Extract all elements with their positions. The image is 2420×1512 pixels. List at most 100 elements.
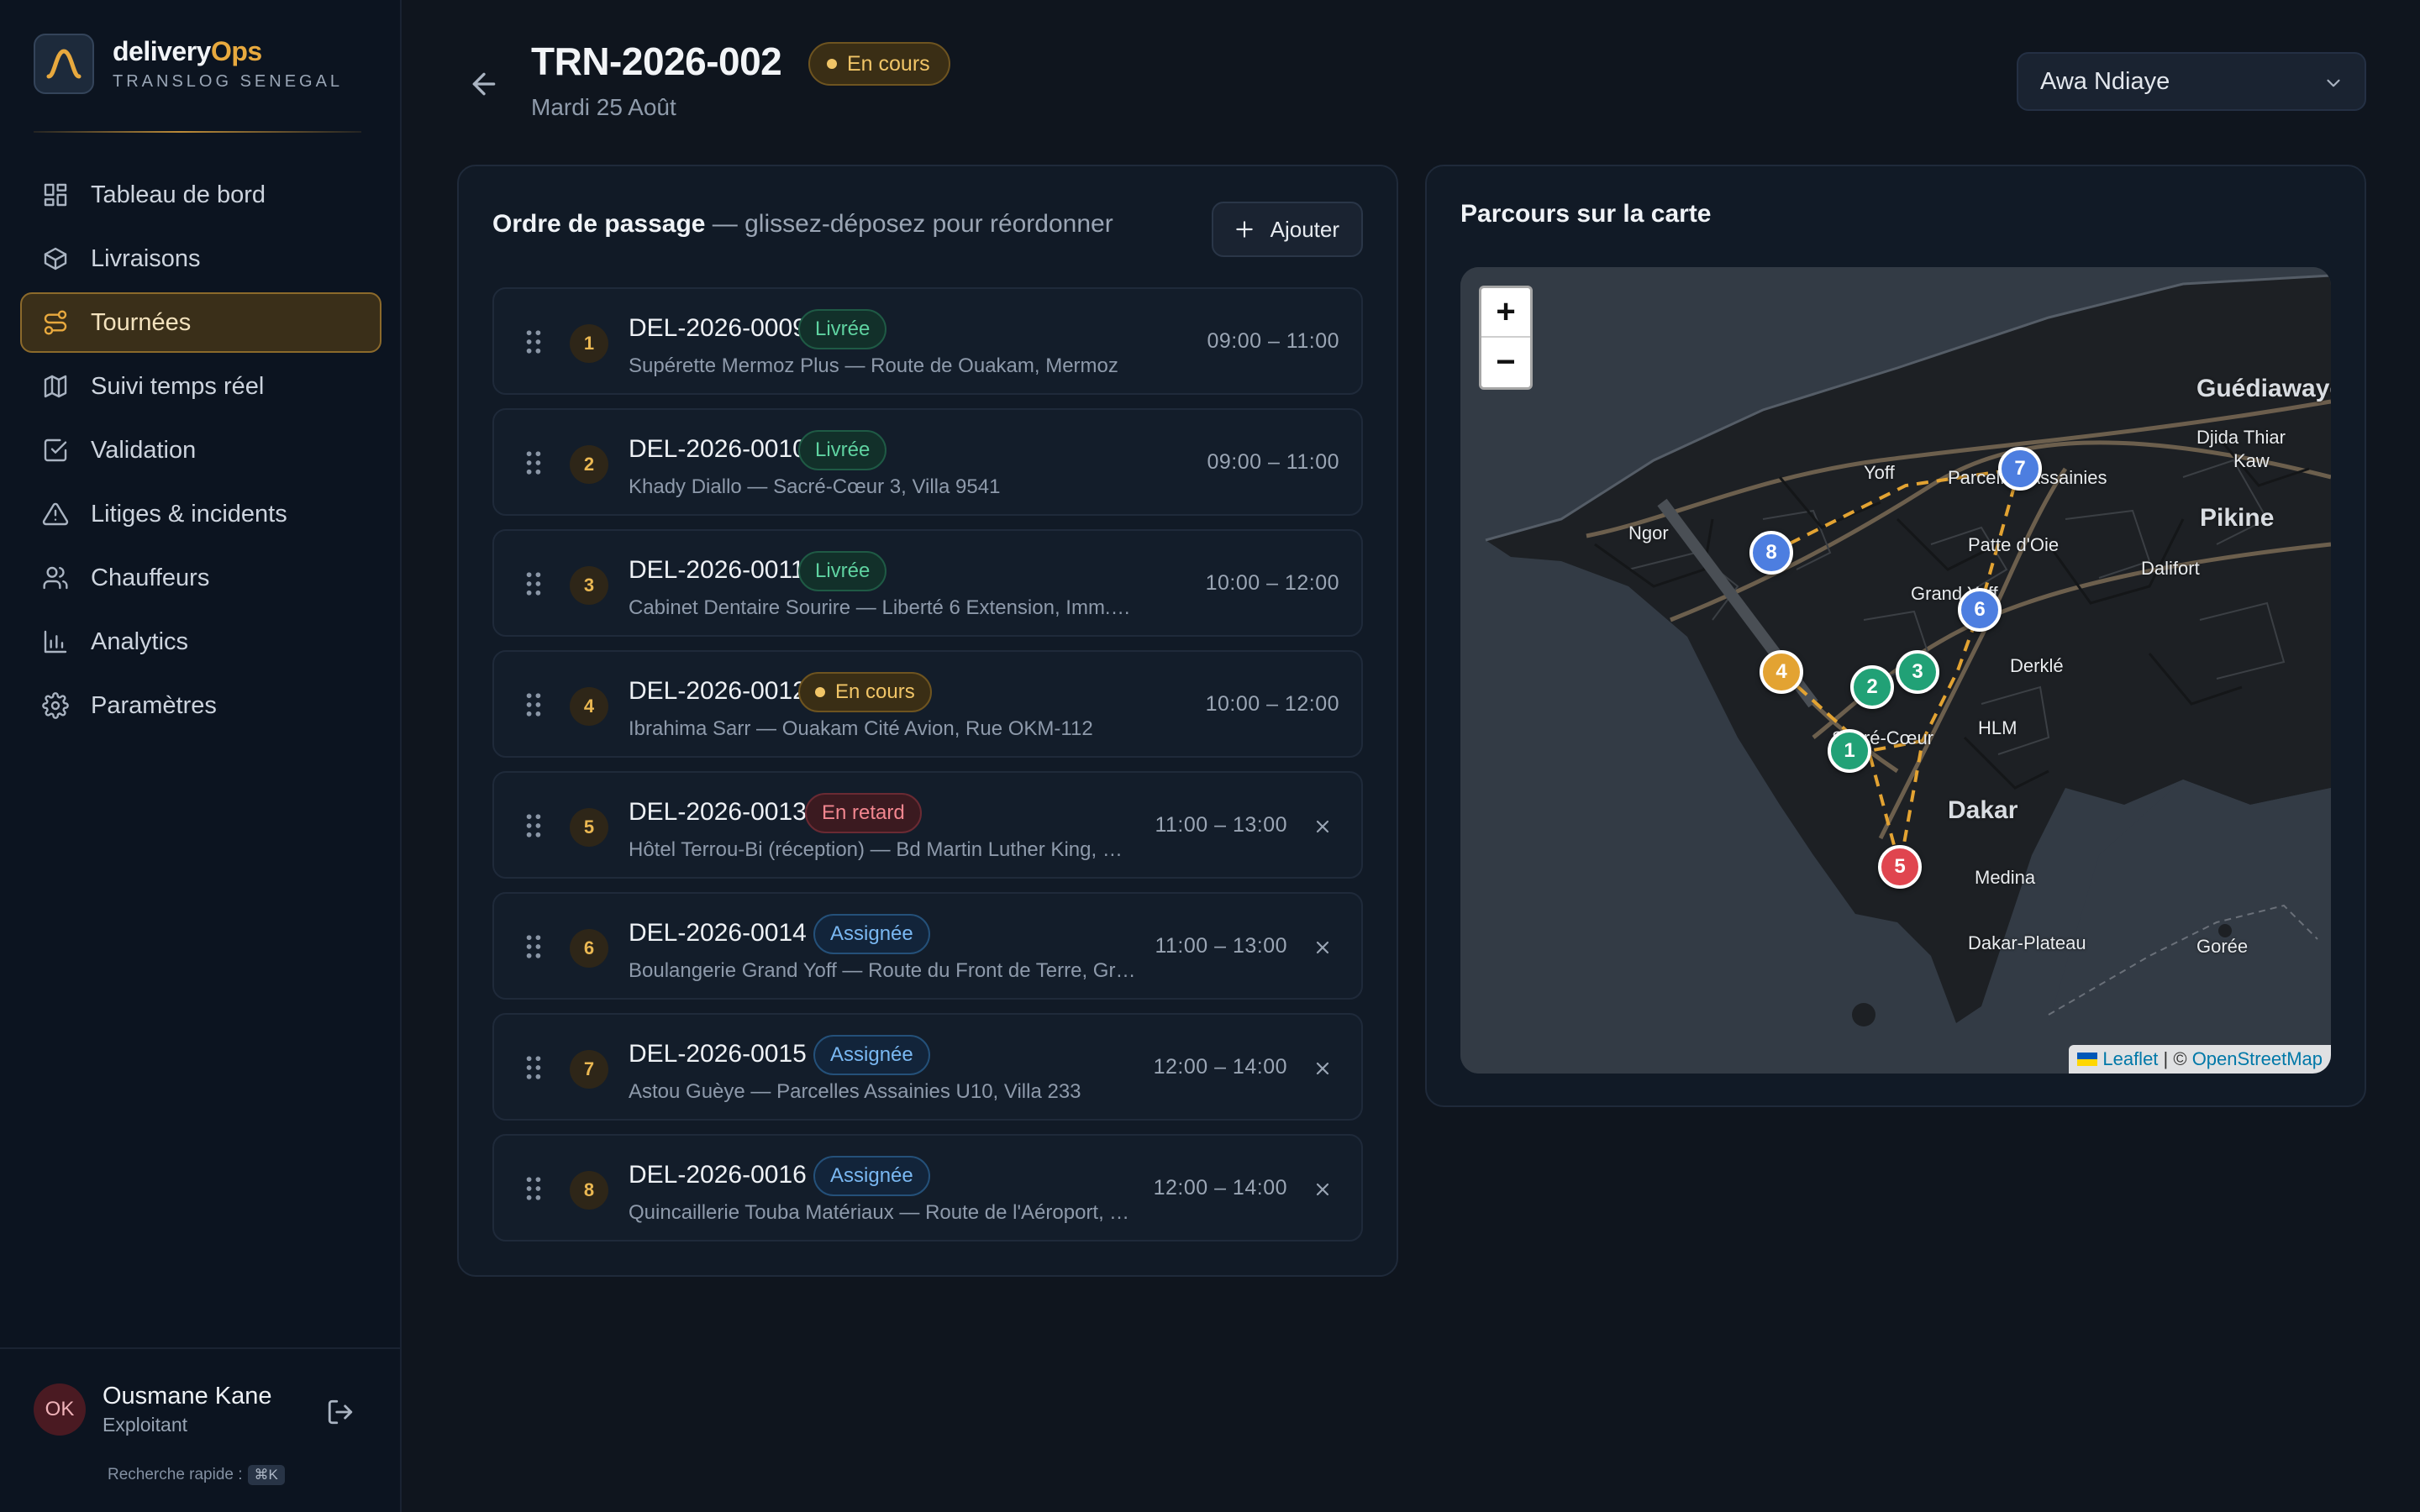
map-marker[interactable]: 6 bbox=[1958, 588, 2002, 632]
sidebar-item-label: Livraisons bbox=[91, 244, 201, 272]
map-marker[interactable]: 8 bbox=[1749, 531, 1793, 575]
stop-row[interactable]: 3 DEL-2026-0011 Livrée Cabinet Dentaire Sou… bbox=[492, 529, 1363, 637]
delivery-ref[interactable]: DEL-2026-0012 bbox=[629, 677, 807, 706]
status-dot bbox=[815, 687, 825, 697]
logout-icon[interactable] bbox=[326, 1398, 355, 1426]
stop-row[interactable]: 2 DEL-2026-0010 Livrée Khady Diallo — Sacré… bbox=[492, 408, 1363, 516]
sidebar: deliveryOps TRANSLOG SENEGAL Tableau de … bbox=[0, 0, 402, 1512]
drag-handle-icon[interactable] bbox=[526, 329, 541, 354]
map-marker[interactable]: 4 bbox=[1760, 650, 1803, 694]
map-label: Dakar-Plateau bbox=[1968, 932, 2086, 953]
stop-address: Khady Diallo — Sacré-Cœur 3, Villa 9541 bbox=[629, 475, 1001, 498]
sidebar-item-label: Suivi temps réel bbox=[91, 372, 265, 400]
map-label: HLM bbox=[1978, 717, 2018, 738]
stop-row[interactable]: 4 DEL-2026-0012 En cours Ibrahima Sarr — Ou… bbox=[492, 650, 1363, 758]
osm-link[interactable]: OpenStreetMap bbox=[2192, 1048, 2323, 1070]
map-panel: Parcours sur la carte Guédiawaye Djida T… bbox=[1425, 165, 2366, 1107]
map-label: Kaw bbox=[2233, 450, 2270, 471]
close-icon[interactable] bbox=[1313, 1179, 1333, 1200]
time-window: 11:00 – 13:00 bbox=[1155, 813, 1287, 837]
package-icon bbox=[44, 247, 67, 270]
zoom-in-button[interactable]: + bbox=[1481, 288, 1530, 338]
stop-list: 1 DEL-2026-0009 Livrée Supérette Mermoz Plu… bbox=[492, 287, 1363, 1255]
chevron-down-icon bbox=[2327, 79, 2340, 87]
stop-address: Supérette Mermoz Plus — Route de Ouakam,… bbox=[629, 354, 1118, 377]
sidebar-item-tournees[interactable]: Tournées bbox=[20, 292, 381, 353]
stop-address: Boulangerie Grand Yoff — Route du Front … bbox=[629, 959, 1136, 982]
stop-address: Cabinet Dentaire Sourire — Liberté 6 Ext… bbox=[629, 596, 1136, 619]
quick-search-hint[interactable]: Recherche rapide : ⌘K bbox=[108, 1465, 285, 1485]
stop-row[interactable]: 8 DEL-2026-0016 Assignée Quincaillerie Toub… bbox=[492, 1134, 1363, 1242]
stop-status-badge: Assignée bbox=[813, 914, 930, 954]
alert-triangle-icon bbox=[42, 502, 69, 526]
sidebar-item-chauffeurs[interactable]: Chauffeurs bbox=[20, 548, 381, 608]
map-marker[interactable]: 7 bbox=[1998, 447, 2042, 491]
map-marker[interactable]: 3 bbox=[1896, 650, 1939, 694]
time-window: 12:00 – 14:00 bbox=[1153, 1055, 1287, 1079]
delivery-ref[interactable]: DEL-2026-0013 bbox=[629, 798, 807, 827]
sidebar-item-litiges-incidents[interactable]: Litiges & incidents bbox=[20, 484, 381, 544]
drag-handle-icon[interactable] bbox=[526, 571, 541, 596]
drag-handle-icon[interactable] bbox=[526, 692, 541, 717]
zoom-out-button[interactable]: − bbox=[1481, 338, 1530, 387]
map-label: Derklé bbox=[2010, 655, 2064, 676]
users-icon bbox=[43, 566, 68, 590]
brand-name: deliveryOps bbox=[113, 36, 262, 66]
drag-handle-icon[interactable] bbox=[526, 934, 541, 959]
panel-hint: — glissez-déposez pour réordonner bbox=[705, 210, 1113, 238]
leaflet-link[interactable]: Leaflet bbox=[2102, 1048, 2158, 1070]
stop-row[interactable]: 6 DEL-2026-0014 Assignée Boulangerie Grand … bbox=[492, 892, 1363, 1000]
add-stop-button[interactable]: Ajouter bbox=[1211, 202, 1363, 257]
driver-select[interactable]: Awa Ndiaye bbox=[2017, 52, 2366, 111]
sidebar-item-tableau-de-bord[interactable]: Tableau de bord bbox=[20, 165, 381, 225]
stop-row[interactable]: 1 DEL-2026-0009 Livrée Supérette Mermoz Plu… bbox=[492, 287, 1363, 395]
map-label: Dakar bbox=[1948, 796, 2018, 824]
sidebar-item-analytics[interactable]: Analytics bbox=[20, 612, 381, 672]
map-label: Guédiawaye bbox=[2196, 375, 2331, 402]
map-marker[interactable]: 5 bbox=[1878, 845, 1922, 889]
close-icon[interactable] bbox=[1313, 937, 1333, 958]
delivery-ref[interactable]: DEL-2026-0011 bbox=[629, 556, 805, 585]
route-map[interactable]: Guédiawaye Djida Thiar Kaw Pikine Dalifo… bbox=[1460, 267, 2331, 1074]
stop-status-badge: Assignée bbox=[813, 1035, 930, 1075]
delivery-ref[interactable]: DEL-2026-0009 bbox=[629, 314, 807, 343]
close-icon[interactable] bbox=[1313, 1058, 1333, 1079]
time-window: 11:00 – 13:00 bbox=[1155, 934, 1287, 958]
map-label: Djida Thiar bbox=[2196, 427, 2286, 448]
dashboard-icon bbox=[44, 183, 67, 207]
delivery-ref[interactable]: DEL-2026-0016 bbox=[629, 1161, 807, 1189]
stop-row[interactable]: 7 DEL-2026-0015 Assignée Astou Guèye — Parc… bbox=[492, 1013, 1363, 1121]
drag-handle-icon[interactable] bbox=[526, 450, 541, 475]
drag-handle-icon[interactable] bbox=[526, 1176, 541, 1201]
stop-status-badge: Livrée bbox=[798, 430, 887, 470]
stop-address: Quincaillerie Touba Matériaux — Route de… bbox=[629, 1201, 1136, 1224]
map-label: Pikine bbox=[2200, 504, 2275, 532]
map-marker[interactable]: 1 bbox=[1828, 729, 1871, 773]
stop-row[interactable]: 5 DEL-2026-0013 En retard Hôtel Terrou-Bi (… bbox=[492, 771, 1363, 879]
drag-handle-icon[interactable] bbox=[526, 1055, 541, 1080]
sidebar-item-suivi-temps-reel[interactable]: Suivi temps réel bbox=[20, 356, 381, 417]
check-square-icon bbox=[44, 438, 67, 462]
delivery-ref[interactable]: DEL-2026-0010 bbox=[629, 435, 807, 464]
time-window: 10:00 – 12:00 bbox=[1205, 692, 1339, 716]
stop-number: 7 bbox=[570, 1050, 608, 1089]
time-window: 10:00 – 12:00 bbox=[1205, 571, 1339, 595]
stop-status-badge: Assignée bbox=[813, 1156, 930, 1196]
sidebar-item-parametres[interactable]: Paramètres bbox=[20, 675, 381, 736]
stop-number: 2 bbox=[570, 445, 608, 484]
close-icon[interactable] bbox=[1313, 816, 1333, 837]
delivery-ref[interactable]: DEL-2026-0015 bbox=[629, 1040, 807, 1068]
back-arrow-icon[interactable] bbox=[467, 67, 501, 101]
stop-number: 6 bbox=[570, 929, 608, 968]
stop-address: Hôtel Terrou-Bi (réception) — Bd Martin … bbox=[629, 838, 1136, 861]
drag-handle-icon[interactable] bbox=[526, 813, 541, 838]
sidebar-item-validation[interactable]: Validation bbox=[20, 420, 381, 480]
map-label: Ngor bbox=[1628, 522, 1669, 543]
sidebar-item-label: Tournées bbox=[91, 308, 192, 336]
delivery-ref[interactable]: DEL-2026-0014 bbox=[629, 919, 807, 948]
sidebar-item-livraisons[interactable]: Livraisons bbox=[20, 228, 381, 289]
stop-address: Ibrahima Sarr — Ouakam Cité Avion, Rue O… bbox=[629, 717, 1093, 740]
map-marker[interactable]: 2 bbox=[1850, 665, 1894, 709]
brand[interactable]: deliveryOps TRANSLOG SENEGAL bbox=[34, 34, 343, 94]
plus-icon bbox=[1235, 221, 1253, 238]
